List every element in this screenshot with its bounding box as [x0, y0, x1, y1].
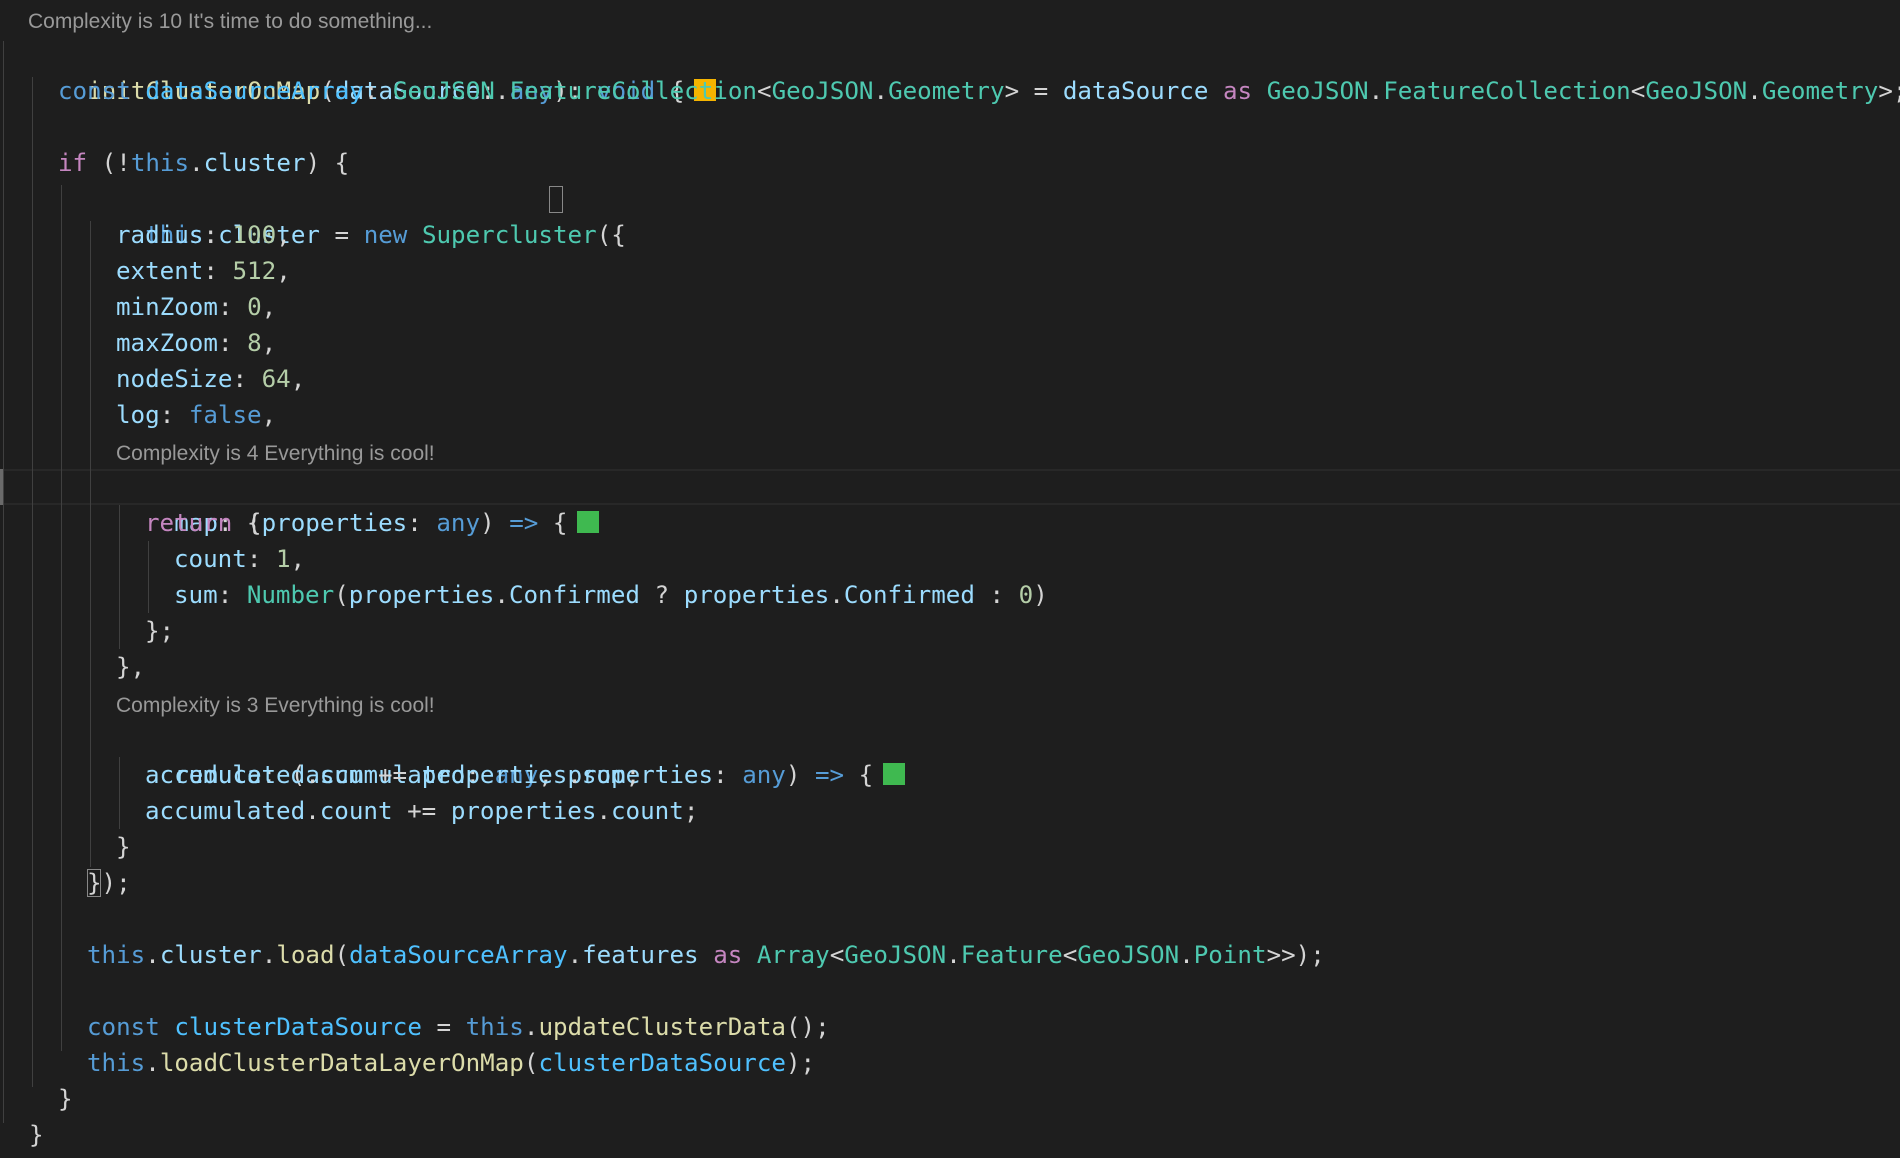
code-line[interactable]: return {	[145, 505, 262, 541]
code-line[interactable]: nodeSize: 64,	[116, 361, 305, 397]
code-line[interactable]: this.cluster.load(dataSourceArray.featur…	[87, 937, 1325, 973]
code-line[interactable]: }	[58, 1081, 73, 1117]
codelens-complexity-function[interactable]: Complexity is 10 It's time to do somethi…	[28, 4, 432, 40]
code-line[interactable]: accumulated.count += properties.count;	[145, 793, 698, 829]
complexity-ok-icon	[883, 763, 906, 785]
code-line[interactable]: count: 1,	[174, 541, 305, 577]
codelens-complexity-reduce[interactable]: Complexity is 3 Everything is cool!	[116, 688, 435, 724]
indent-guide	[61, 185, 62, 1051]
code-line[interactable]: }	[29, 1117, 44, 1153]
code-line[interactable]: extent: 512,	[116, 253, 291, 289]
code-line[interactable]: initClusterOnMap(dataSource: any): void …	[29, 37, 717, 105]
code-line[interactable]: accumulated.sum += properties.sum;	[145, 757, 640, 793]
indent-guide	[90, 221, 91, 867]
code-editor[interactable]: Complexity is 10 It's time to do somethi…	[0, 0, 1900, 1158]
bracket-match-highlight	[87, 869, 101, 897]
codelens-complexity-map[interactable]: Complexity is 4 Everything is cool!	[116, 436, 435, 472]
code-line[interactable]: log: false,	[116, 397, 276, 433]
code-line[interactable]: radius: 100,	[116, 217, 291, 253]
code-line[interactable]: minZoom: 0,	[116, 289, 276, 325]
code-line[interactable]: if (!this.cluster) {	[58, 145, 349, 181]
code-line[interactable]: const dataSourceArray: GeoJSON.FeatureCo…	[58, 73, 1900, 109]
code-line[interactable]: };	[145, 613, 174, 649]
code-line[interactable]: this.loadClusterDataLayerOnMap(clusterDa…	[87, 1045, 815, 1081]
complexity-ok-icon	[577, 511, 600, 533]
indent-guide	[3, 41, 4, 1123]
code-line[interactable]: }	[116, 829, 131, 865]
code-line[interactable]: map: (properties: any) => {	[116, 469, 600, 537]
code-line[interactable]: this.cluster = new Supercluster({	[87, 181, 626, 249]
code-line[interactable]: const clusterDataSource = this.updateClu…	[87, 1009, 830, 1045]
code-line[interactable]: maxZoom: 8,	[116, 325, 276, 361]
code-line[interactable]: sum: Number(properties.Confirmed ? prope…	[174, 577, 1048, 613]
indent-guide	[32, 77, 33, 1087]
indent-guide	[148, 541, 149, 613]
code-line[interactable]: reduce: (accumulated: any, properties: a…	[116, 721, 906, 789]
bracket-match-highlight	[549, 186, 563, 213]
code-line[interactable]: },	[116, 649, 145, 685]
